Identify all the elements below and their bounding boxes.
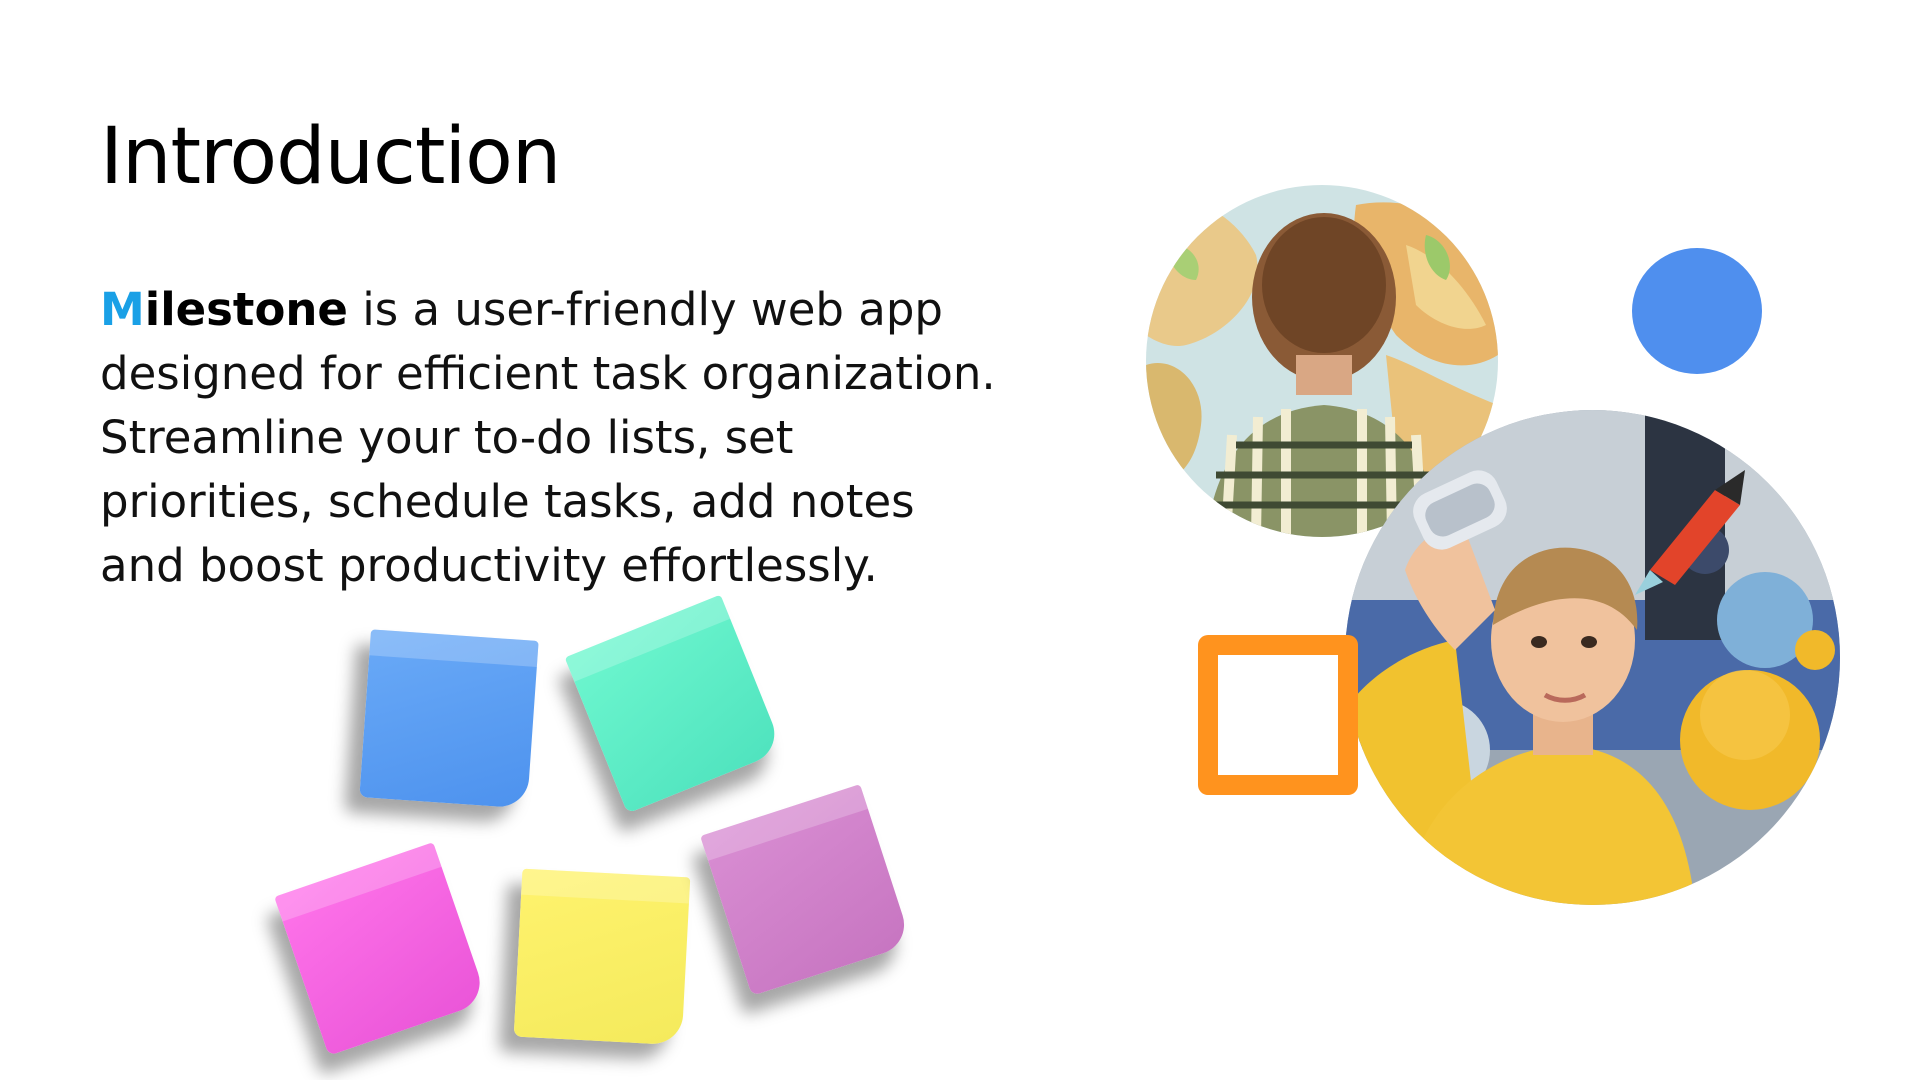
decorative-blue-dot (1632, 248, 1762, 374)
brand-name: Milestone (100, 283, 348, 336)
sticky-note-green (564, 594, 784, 814)
sticky-note-yellow (513, 868, 691, 1046)
slide: Introduction Milestone is a user-friendl… (0, 0, 1920, 1080)
sticky-note-blue (359, 629, 539, 809)
photo-boy-space-toys (1345, 410, 1840, 905)
space-toys-illustration (1345, 410, 1840, 905)
sticky-note-purple (700, 784, 912, 996)
slide-title: Introduction (100, 112, 561, 202)
brand-initial: M (100, 283, 145, 336)
brand-rest: ilestone (144, 283, 348, 336)
intro-paragraph: Milestone is a user-friendly web app des… (100, 278, 1000, 598)
sticky-note-pink (274, 842, 488, 1056)
decorative-orange-square-outline (1198, 635, 1358, 795)
